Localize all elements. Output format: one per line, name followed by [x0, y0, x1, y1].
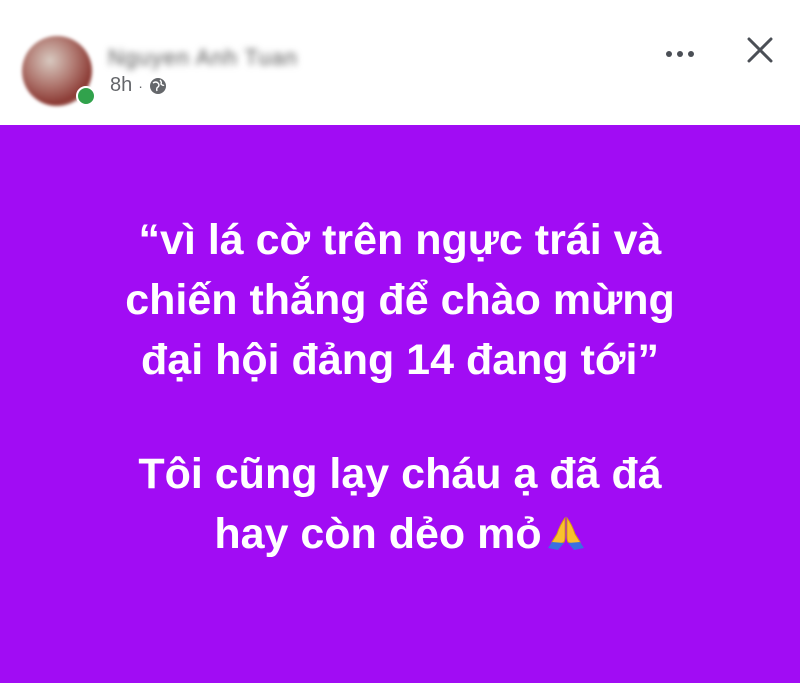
meta-separator: · [138, 77, 143, 94]
post-background: “vì lá cờ trên ngực trái và chiến thắng … [0, 125, 800, 683]
online-status-dot [76, 86, 96, 106]
more-options-button[interactable] [658, 38, 702, 70]
post-text-line: chiến thắng để chào mừng [125, 276, 675, 324]
post-text-line: Tôi cũng lạy cháu ạ đã đá [138, 450, 662, 498]
post-meta: 8h · [110, 74, 167, 97]
post-timestamp[interactable]: 8h [110, 74, 132, 97]
close-button[interactable] [740, 32, 780, 72]
folded-hands-icon [546, 508, 586, 550]
post-card: Nguyen Anh Tuan 8h · “vì lá cờ trên ngực… [0, 0, 800, 683]
post-quote-paragraph: “vì lá cờ trên ngực trái và chiến thắng … [125, 210, 675, 390]
globe-icon [149, 77, 167, 95]
post-text-line: đại hội đảng 14 đang tới” [141, 336, 659, 384]
post-text-line-with-emoji: hay còn dẻo mỏ [138, 504, 661, 564]
author-name[interactable]: Nguyen Anh Tuan [108, 45, 298, 71]
post-comment-paragraph: Tôi cũng lạy cháu ạ đã đá hay còn dẻo mỏ [138, 444, 661, 564]
post-text-line: hay còn dẻo mỏ [214, 510, 542, 558]
more-horizontal-icon [665, 45, 695, 63]
close-icon [746, 36, 774, 69]
post-header: Nguyen Anh Tuan 8h · [0, 0, 800, 125]
post-text-line: “vì lá cờ trên ngực trái và [138, 216, 662, 264]
